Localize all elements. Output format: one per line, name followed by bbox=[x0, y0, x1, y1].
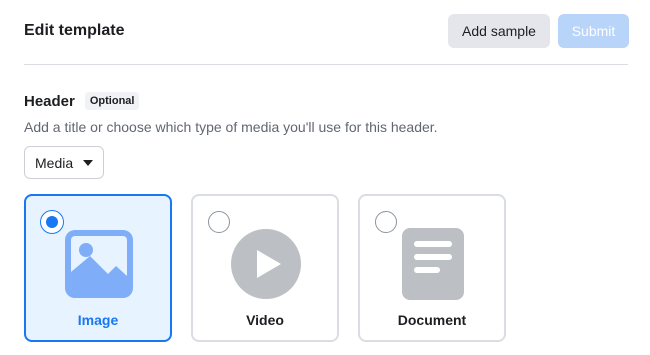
section-title: Header bbox=[24, 92, 75, 110]
document-icon bbox=[402, 228, 464, 300]
play-icon bbox=[231, 229, 301, 299]
media-option-label: Document bbox=[397, 312, 467, 328]
submit-button[interactable]: Submit bbox=[558, 14, 629, 48]
page-title: Edit template bbox=[24, 22, 125, 39]
media-option-image[interactable]: Image bbox=[24, 194, 172, 342]
add-sample-button[interactable]: Add sample bbox=[448, 14, 550, 48]
media-option-label: Video bbox=[246, 312, 284, 328]
radio-image[interactable] bbox=[41, 211, 63, 233]
top-bar: Edit template Add sample Submit bbox=[24, 0, 629, 65]
radio-document[interactable] bbox=[375, 211, 397, 233]
section-header: Header Optional bbox=[24, 92, 140, 110]
dropdown-value: Media bbox=[35, 154, 74, 171]
radio-video[interactable] bbox=[208, 211, 230, 233]
section-description: Add a title or choose which type of medi… bbox=[24, 119, 438, 135]
media-option-document[interactable]: Document bbox=[358, 194, 506, 342]
optional-badge: Optional bbox=[84, 92, 140, 110]
caret-down-icon bbox=[83, 159, 94, 166]
media-option-video[interactable]: Video bbox=[191, 194, 339, 342]
image-icon bbox=[65, 230, 133, 298]
media-type-dropdown[interactable]: Media bbox=[24, 146, 104, 179]
media-option-label: Image bbox=[77, 312, 119, 328]
